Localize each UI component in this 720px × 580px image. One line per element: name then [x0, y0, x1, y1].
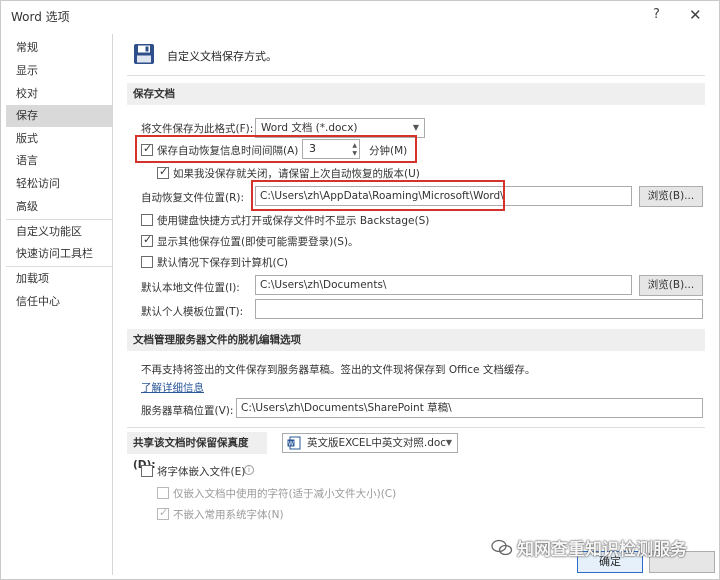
svg-text:W: W	[288, 440, 294, 447]
keep-last-version-label: 如果我没保存就关闭，请保留上次自动恢复的版本(U)	[173, 168, 420, 180]
autorecover-minutes-stepper[interactable]: 3 ▲ ▼	[302, 139, 360, 159]
sidebar-item-layout[interactable]: 版式	[6, 128, 112, 150]
chevron-down-icon: ▼	[445, 438, 452, 447]
autorecover-location-label: 自动恢复文件位置(R):	[141, 192, 245, 204]
local-location-label: 默认本地文件位置(I):	[141, 282, 240, 294]
info-icon: i	[244, 465, 254, 475]
backstage-label: 使用键盘快捷方式打开或保存文件时不显示 Backstage(S)	[157, 215, 430, 227]
close-icon[interactable]: ✕	[689, 6, 702, 24]
sidebar-item-general[interactable]: 常规	[6, 37, 112, 59]
sidebar-item-addins[interactable]: 加载项	[6, 268, 112, 290]
minutes-label: 分钟(M)	[369, 145, 408, 157]
show-additional-places-checkbox[interactable]: ✓	[141, 233, 153, 247]
autorecover-label: 保存自动恢复信息时间间隔(A)	[157, 145, 299, 157]
header-divider	[127, 75, 705, 76]
watermark-text: 知网查重知识检测服务	[517, 540, 687, 560]
header-description: 自定义文档保存方式。	[167, 50, 277, 63]
section-fidelity: 共享该文档时保留保真度(D):	[127, 432, 267, 471]
highlight-autorecover-location	[251, 180, 505, 211]
template-location-input[interactable]	[255, 299, 703, 319]
section-save-documents: 保存文档	[127, 83, 705, 105]
floppy-disk-icon	[134, 44, 154, 64]
word-options-dialog: Word 选项 ? ✕ 常规 显示 校对 保存 版式 语言 轻松访问 高级 自定…	[0, 0, 720, 580]
sidebar-item-language[interactable]: 语言	[6, 150, 112, 172]
spinner-up-icon[interactable]: ▲	[352, 142, 357, 149]
word-document-icon: W	[287, 436, 301, 450]
learn-more-link[interactable]: 了解详细信息	[141, 380, 204, 395]
fidelity-document-select[interactable]: 英文版EXCEL中英文对照.doc ▼	[282, 433, 458, 453]
save-format-label: 将文件保存为此格式(F):	[141, 123, 254, 135]
sidebar-divider	[6, 219, 112, 220]
no-common-fonts-checkbox: ✓	[157, 506, 169, 520]
no-common-fonts-label: 不嵌入常用系统字体(N)	[173, 509, 284, 521]
sidebar-item-proofing[interactable]: 校对	[6, 83, 112, 105]
sidebar: 常规 显示 校对 保存 版式 语言 轻松访问 高级 自定义功能区 快速访问工具栏…	[6, 34, 113, 575]
server-drafts-input[interactable]: C:\Users\zh\Documents\SharePoint 草稿\	[236, 398, 703, 418]
wechat-icon	[491, 539, 513, 556]
save-to-computer-checkbox[interactable]	[141, 256, 153, 268]
backstage-checkbox[interactable]	[141, 214, 153, 226]
title-bar: Word 选项 ? ✕	[1, 1, 719, 31]
sidebar-item-save[interactable]: 保存	[6, 105, 112, 127]
fidelity-divider-top	[127, 427, 705, 428]
sidebar-item-trust-center[interactable]: 信任中心	[6, 291, 112, 313]
embed-fonts-checkbox[interactable]	[141, 465, 153, 477]
keep-last-version-checkbox[interactable]: ✓	[157, 165, 169, 179]
sidebar-divider	[6, 266, 112, 267]
embed-fonts-label: 将字体嵌入文件(E)	[157, 466, 246, 478]
server-drafts-label: 服务器草稿位置(V):	[141, 405, 234, 417]
sidebar-item-display[interactable]: 显示	[6, 60, 112, 82]
browse-autorecover-button[interactable]: 浏览(B)...	[639, 186, 703, 207]
template-location-label: 默认个人模板位置(T):	[141, 306, 244, 318]
sidebar-item-accessibility[interactable]: 轻松访问	[6, 173, 112, 195]
sidebar-item-customize-ribbon[interactable]: 自定义功能区	[6, 221, 112, 243]
save-to-computer-label: 默认情况下保存到计算机(C)	[157, 257, 289, 269]
window-title: Word 选项	[11, 10, 70, 24]
show-additional-places-label: 显示其他保存位置(即使可能需要登录)(S)。	[157, 236, 359, 248]
spinner-down-icon[interactable]: ▼	[352, 150, 357, 157]
help-icon[interactable]: ?	[653, 7, 660, 22]
save-options-panel: 自定义文档保存方式。 保存文档 将文件保存为此格式(F): Word 文档 (*…	[119, 31, 715, 579]
embed-used-chars-label: 仅嵌入文档中使用的字符(适于减小文件大小)(C)	[173, 488, 397, 500]
sidebar-item-quick-access[interactable]: 快速访问工具栏	[6, 243, 112, 265]
section-offline-editing: 文档管理服务器文件的脱机编辑选项	[127, 329, 705, 351]
sidebar-item-advanced[interactable]: 高级	[6, 196, 112, 218]
browse-local-button[interactable]: 浏览(B)...	[639, 275, 703, 296]
offline-description: 不再支持将签出的文件保存到服务器草稿。签出的文件现将保存到 Office 文档缓…	[141, 364, 536, 376]
local-location-input[interactable]: C:\Users\zh\Documents\	[255, 275, 632, 295]
autorecover-checkbox[interactable]: ✓	[141, 142, 153, 156]
embed-used-chars-checkbox	[157, 487, 169, 499]
